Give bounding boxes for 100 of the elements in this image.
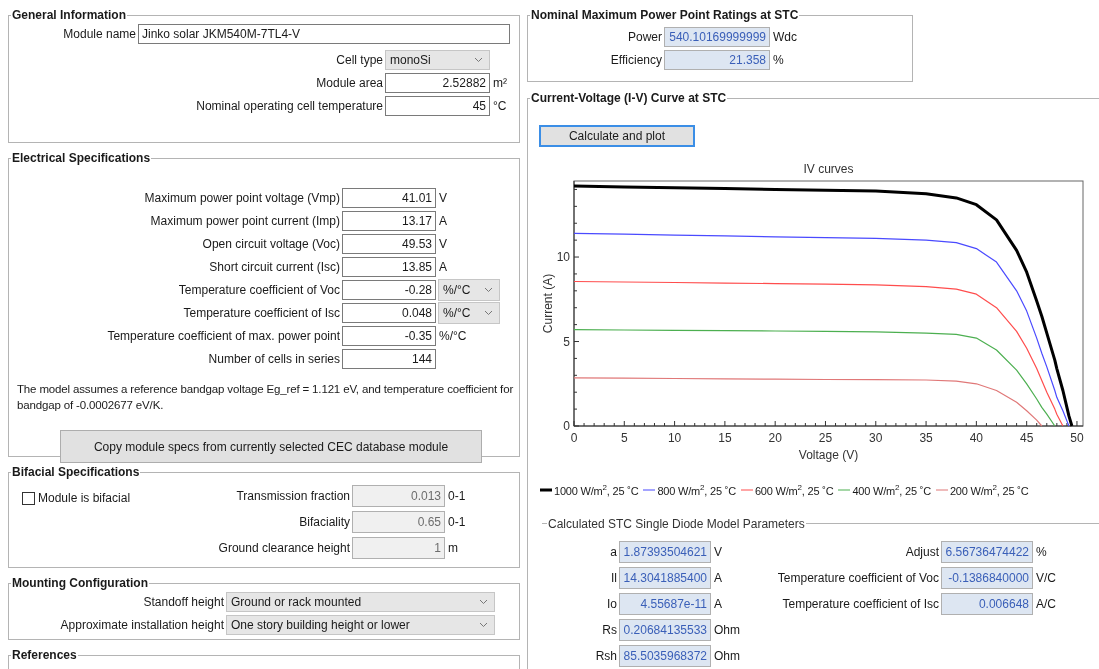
unit-label: V/C (1036, 570, 1056, 585)
tick-label: 30 (869, 431, 883, 445)
input-field[interactable]: 13.17 (342, 211, 436, 231)
input-field[interactable]: 13.85 (342, 257, 436, 277)
field-label: Number of cells in series (207, 352, 341, 366)
input-field[interactable]: 21.358 (664, 50, 770, 70)
field-label: Short circuit current (Isc) (208, 260, 341, 274)
unit-label: A/C (1036, 596, 1056, 611)
field-label: Temperature coefficient of Voc (177, 283, 341, 297)
unit-label: A (439, 260, 447, 274)
input-field[interactable]: 49.53 (342, 234, 436, 254)
field-label: Io (606, 596, 618, 611)
input-field[interactable]: 85.5035968372 (619, 644, 711, 667)
unit-label: Ohm (714, 648, 740, 663)
tick-label: 40 (969, 431, 984, 445)
input-field[interactable]: 0.048 (342, 303, 436, 323)
field-label: Maximum power point current (Imp) (149, 214, 341, 228)
field-label: Open circuit voltage (Voc) (201, 237, 341, 251)
unit-label: A (439, 214, 447, 228)
legend-label: 400 W/m$^{2}$, 25 ˚C (852, 483, 931, 497)
input-field[interactable]: 0.006648 (941, 592, 1033, 615)
field-label: Temperature coefficient of max. power point (106, 329, 341, 343)
tick-label: 0 (563, 419, 570, 433)
axis-title: Voltage (V) (798, 448, 859, 462)
tick-label: 50 (1070, 431, 1084, 445)
group-title: References (11, 648, 78, 663)
input-field[interactable]: 0.20684135533 (619, 618, 711, 641)
tick-label: 10 (667, 431, 682, 445)
tick-label: 15 (718, 431, 732, 445)
field-label: Temperature coefficient of Isc (182, 306, 341, 320)
unit-label: 0-1 (448, 515, 466, 529)
unit-label: V (714, 544, 722, 559)
tick-label: 45 (1020, 431, 1034, 445)
input-field[interactable]: 4.55687e-11 (619, 592, 711, 615)
field-label: Approximate installation height (59, 618, 225, 632)
unit-dropdown[interactable]: %/°C (438, 302, 500, 324)
chart-title: IV curves (803, 162, 854, 176)
unit-label: %/°C (439, 329, 467, 343)
cell-type-dropdown[interactable]: monoSi (385, 50, 490, 70)
input-field[interactable]: 14.3041885400 (619, 566, 711, 589)
chevron-down-icon (479, 622, 488, 628)
field-label: Efficiency (609, 53, 663, 67)
chevron-down-icon (479, 599, 488, 605)
input-field[interactable]: 1.87393504621 (619, 540, 711, 563)
field-label: Temperature coefficient of Voc (776, 570, 940, 585)
group-title: Bifacial Specifications (11, 465, 141, 480)
mounting-dropdown[interactable]: One story building height or lower (226, 615, 495, 635)
unit-label: V (439, 191, 447, 205)
field-label: Standoff height (142, 595, 225, 609)
input-field[interactable]: 41.01 (342, 188, 436, 208)
field-label: Module area (315, 76, 384, 90)
field-label: Transmission fraction (235, 489, 351, 503)
legend-label: 600 W/m$^{2}$, 25 ˚C (754, 483, 834, 497)
field-label: Il (610, 570, 618, 585)
chevron-down-icon (484, 287, 493, 293)
bifacial-checkbox[interactable] (22, 491, 35, 505)
tick-label: 0 (570, 431, 578, 445)
input-field[interactable]: 6.56736474422 (941, 540, 1033, 563)
input-field[interactable]: 540.10169999999 (664, 27, 770, 47)
input-field[interactable]: 144 (342, 349, 436, 369)
legend-swatch-icon (540, 487, 552, 492)
input-field[interactable]: -0.35 (342, 326, 436, 346)
tick-label: 5 (563, 334, 570, 349)
unit-label: V (439, 237, 447, 251)
input-field[interactable]: -0.1386840000 (941, 566, 1033, 589)
input-field[interactable]: 45 (385, 96, 490, 116)
group-title: Current-Voltage (I-V) Curve at STC (530, 91, 728, 106)
unit-label: °C (493, 99, 507, 113)
legend-label: 1000 W/m$^{2}$, 25 ˚C (554, 483, 639, 497)
input-field[interactable]: Jinko solar JKM540M-7TL4-V (138, 24, 510, 44)
field-label: Maximum power point voltage (Vmp) (143, 191, 341, 205)
input-field[interactable]: -0.28 (342, 280, 436, 300)
group-title: Electrical Specifications (11, 151, 152, 166)
unit-dropdown[interactable]: %/°C (438, 279, 500, 301)
legend-label: 800 W/m$^{2}$, 25 ˚C (657, 483, 736, 497)
unit-label: Ohm (714, 622, 740, 637)
input-field[interactable]: 2.52882 (385, 73, 490, 93)
unit-label: Wdc (773, 30, 797, 44)
field-label: Rs (601, 622, 618, 637)
unit-label: 0-1 (448, 489, 466, 503)
legend-label: 200 W/m$^{2}$, 25 ˚C (949, 483, 1029, 497)
mounting-dropdown[interactable]: Ground or rack mounted (226, 592, 495, 612)
field-label: Adjust (904, 544, 940, 559)
copy-specs-button[interactable]: Copy module specs from currently selected CEC database module (60, 430, 482, 463)
field-label: Rsh (594, 648, 618, 663)
unit-label: m (448, 541, 458, 555)
unit-label: m² (493, 76, 507, 90)
field-label: Power (627, 30, 663, 44)
chevron-down-icon (484, 310, 493, 316)
field-label: a (609, 544, 618, 559)
unit-label: A (714, 570, 722, 585)
field-label: Nominal operating cell temperature (195, 99, 384, 113)
group-title: Nominal Maximum Power Point Ratings at STC (530, 8, 800, 23)
tick-label: 25 (818, 431, 833, 445)
section-title: Calculated STC Single Diode Model Parameters (547, 516, 806, 531)
calculate-plot-button[interactable]: Calculate and plot (539, 125, 695, 147)
field-label: Ground clearance height (217, 541, 351, 555)
chevron-down-icon (474, 57, 483, 63)
axis-title: Current (A) (541, 273, 555, 334)
unit-label: A (714, 596, 722, 611)
